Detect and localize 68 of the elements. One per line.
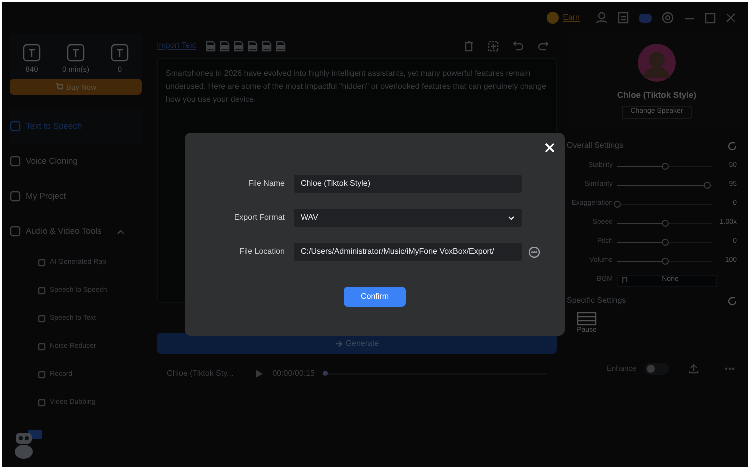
reset-icon[interactable]: [728, 142, 737, 150]
stat-icon: [67, 44, 85, 62]
speaker-name: Chloe (Tiktok Style): [617, 89, 697, 102]
more-icon[interactable]: [724, 366, 735, 370]
user-icon[interactable]: [596, 12, 608, 24]
tool-icon: [38, 343, 46, 352]
maximize-icon[interactable]: [705, 12, 716, 24]
close-icon[interactable]: [726, 13, 736, 23]
avatar: [638, 44, 676, 82]
settings-icon[interactable]: [662, 12, 674, 24]
slider-thumb[interactable]: [662, 258, 668, 265]
undo-icon[interactable]: [513, 40, 524, 50]
add-icon[interactable]: [488, 40, 499, 52]
file-icon: [248, 40, 258, 52]
earn-link[interactable]: Earn: [563, 12, 580, 24]
file-icon: [262, 40, 272, 52]
cart-icon: [55, 83, 64, 92]
import-text-link[interactable]: Import Text: [157, 40, 196, 52]
nav-icon: [10, 191, 21, 202]
coin-icon: [547, 12, 560, 24]
sidebar-item[interactable]: Voice Cloning: [10, 144, 142, 180]
pause-icon: [577, 312, 597, 326]
slider-thumb[interactable]: [662, 220, 668, 227]
document-icon[interactable]: [618, 12, 629, 24]
slider-thumb[interactable]: [662, 163, 668, 170]
upload-icon[interactable]: [688, 364, 699, 374]
slider-thumb[interactable]: [614, 201, 621, 208]
more-options-icon[interactable]: [529, 246, 540, 258]
play-icon[interactable]: [256, 370, 263, 378]
file-icon: [206, 40, 216, 52]
chevron-icon: [116, 228, 125, 235]
section-title: Overall Settings: [567, 140, 624, 152]
redo-icon[interactable]: [538, 40, 549, 50]
confirm-button[interactable]: Confirm: [344, 287, 406, 307]
tool-icon: [38, 259, 46, 268]
nav-icon: [10, 226, 21, 238]
field-label: File Name: [248, 178, 285, 190]
slider-thumb[interactable]: [662, 239, 668, 246]
chevron-down-icon: [508, 216, 515, 220]
field-label: Export Format: [233, 212, 285, 224]
tool-icon: [38, 371, 46, 380]
stat-icon: [23, 44, 41, 62]
file-icon: [276, 40, 286, 52]
sidebar-item[interactable]: Audio & Video Tools: [10, 214, 142, 250]
input-field[interactable]: C:/Users/Administrator/Music/iMyFone VoxBox/Export/: [294, 243, 522, 261]
file-icon: [234, 40, 244, 52]
slider-thumb[interactable]: [704, 182, 712, 189]
close-icon: [545, 143, 555, 153]
progress-thumb[interactable]: [322, 371, 328, 376]
sidebar-item[interactable]: My Project: [10, 179, 142, 214]
nav-icon: [10, 121, 21, 132]
tool-icon: [38, 315, 46, 324]
robot-icon[interactable]: [14, 429, 44, 459]
input-field[interactable]: Chloe (Tiktok Style): [294, 175, 522, 193]
file-icon: [220, 40, 230, 52]
reset-icon[interactable]: [728, 296, 737, 306]
tool-icon: [38, 287, 46, 296]
stat-icon: [111, 44, 129, 62]
arrow-icon: [334, 340, 343, 348]
format-select[interactable]: WAV: [294, 209, 522, 227]
game-controller-icon[interactable]: [639, 14, 652, 22]
section-title: Specific Settings: [567, 295, 626, 307]
trash-icon[interactable]: [464, 40, 474, 52]
tool-icon: [38, 399, 46, 408]
close-button[interactable]: [545, 142, 557, 154]
enhance-toggle[interactable]: [644, 362, 669, 374]
nav-icon: [10, 156, 21, 168]
field-label: File Location: [238, 246, 285, 258]
